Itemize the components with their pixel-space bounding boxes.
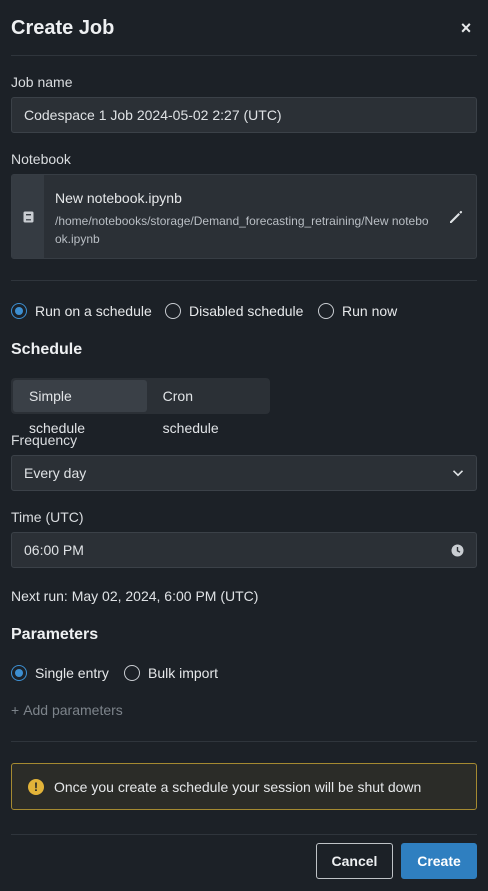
radio-disabled-schedule[interactable]: Disabled schedule: [165, 303, 303, 319]
radio-circle: [318, 303, 334, 319]
time-label: Time (UTC): [11, 509, 84, 525]
notebook-icon: [23, 211, 33, 222]
radio-label: Run on a schedule: [35, 303, 152, 319]
pencil-icon[interactable]: [448, 209, 464, 225]
schedule-heading: Schedule: [11, 341, 83, 358]
dialog-title: Create Job: [11, 17, 115, 39]
radio-circle: [165, 303, 181, 319]
tab-cron-schedule[interactable]: Cron schedule: [147, 380, 268, 436]
time-input[interactable]: 06:00 PM: [11, 532, 477, 568]
create-button[interactable]: Create: [401, 843, 477, 879]
radio-label: Bulk import: [148, 665, 219, 681]
notebook-path: /home/notebooks/storage/Demand_forecasti…: [55, 214, 429, 246]
job-name-input[interactable]: Codespace 1 Job 2024-05-02 2:27 (UTC): [11, 97, 477, 133]
tab-simple-schedule[interactable]: Simple schedule: [13, 380, 147, 436]
footer-divider: [11, 834, 477, 835]
plus-icon: +: [11, 702, 20, 718]
frequency-value: Every day: [24, 465, 87, 481]
header-divider: [11, 55, 477, 56]
close-icon[interactable]: ×: [458, 18, 474, 38]
radio-label: Disabled schedule: [189, 303, 304, 319]
radio-circle: [124, 665, 140, 681]
radio-label: Single entry: [35, 665, 109, 681]
next-run-text: Next run: May 02, 2024, 6:00 PM (UTC): [11, 588, 259, 604]
radio-single-entry[interactable]: Single entry: [11, 665, 109, 681]
notebook-name: New notebook.ipynb: [55, 190, 182, 206]
add-parameters-label: Add parameters: [23, 702, 123, 718]
notebook-card: New notebook.ipynb /home/notebooks/stora…: [11, 174, 477, 259]
schedule-type-toggle: Simple schedule Cron schedule: [11, 378, 270, 436]
warning-banner: ! Once you create a schedule your sessio…: [11, 763, 477, 810]
warning-text: Once you create a schedule your session …: [54, 778, 422, 795]
frequency-label: Frequency: [11, 432, 78, 448]
notebook-label: Notebook: [11, 151, 71, 167]
chevron-down-icon: [452, 470, 464, 477]
radio-run-on-schedule[interactable]: Run on a schedule: [11, 303, 152, 319]
clock-icon[interactable]: [451, 544, 464, 557]
radio-circle: [11, 665, 27, 681]
job-name-label: Job name: [11, 74, 73, 90]
time-value: 06:00 PM: [24, 542, 84, 558]
parameters-heading: Parameters: [11, 626, 99, 643]
frequency-select[interactable]: Every day: [11, 455, 477, 491]
radio-circle: [11, 303, 27, 319]
add-parameters-button[interactable]: + Add parameters: [11, 702, 123, 718]
section-divider-1: [11, 280, 477, 281]
radio-bulk-import[interactable]: Bulk import: [124, 665, 218, 681]
radio-run-now[interactable]: Run now: [318, 303, 397, 319]
warning-icon: !: [28, 778, 44, 795]
radio-label: Run now: [342, 303, 398, 319]
cancel-button[interactable]: Cancel: [316, 843, 393, 879]
section-divider-2: [11, 741, 477, 742]
notebook-icon-column: [12, 175, 44, 258]
